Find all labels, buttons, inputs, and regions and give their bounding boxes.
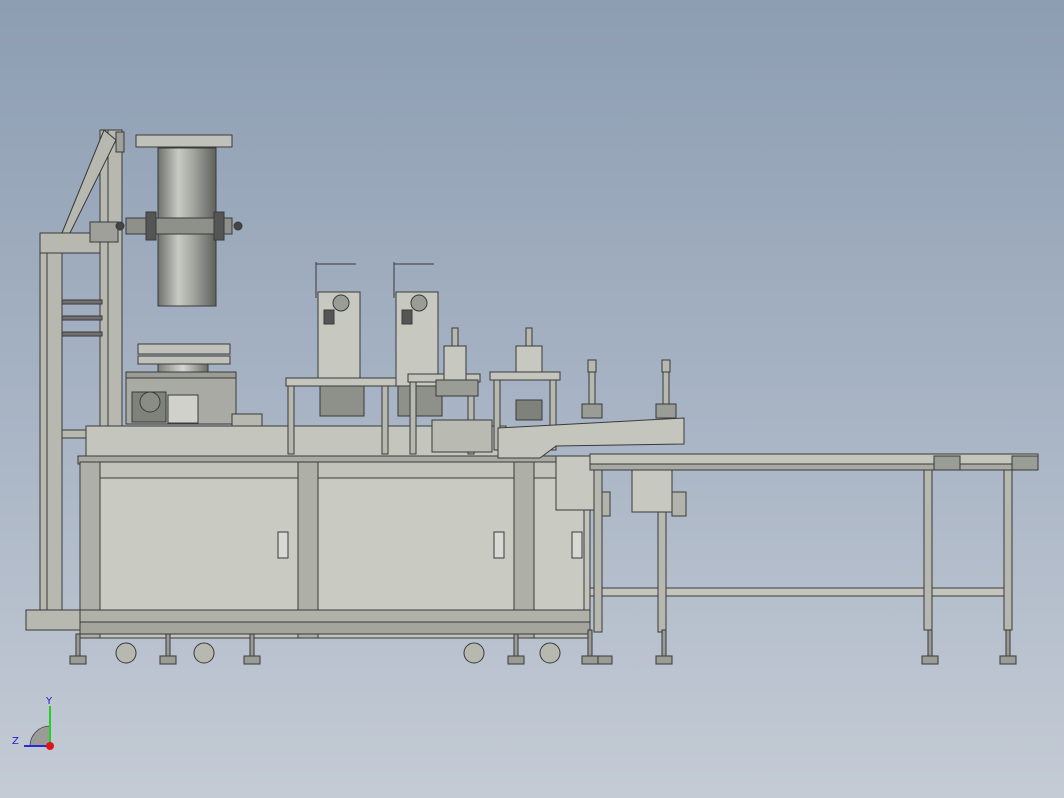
x-axis-dot [46,742,54,750]
triad-graphic [24,706,54,750]
y-axis-label: Y [46,696,53,707]
cad-viewport[interactable]: Y Z [0,0,1064,798]
triad-quadrant-icon [29,725,51,747]
z-axis-label: Z [12,736,19,747]
